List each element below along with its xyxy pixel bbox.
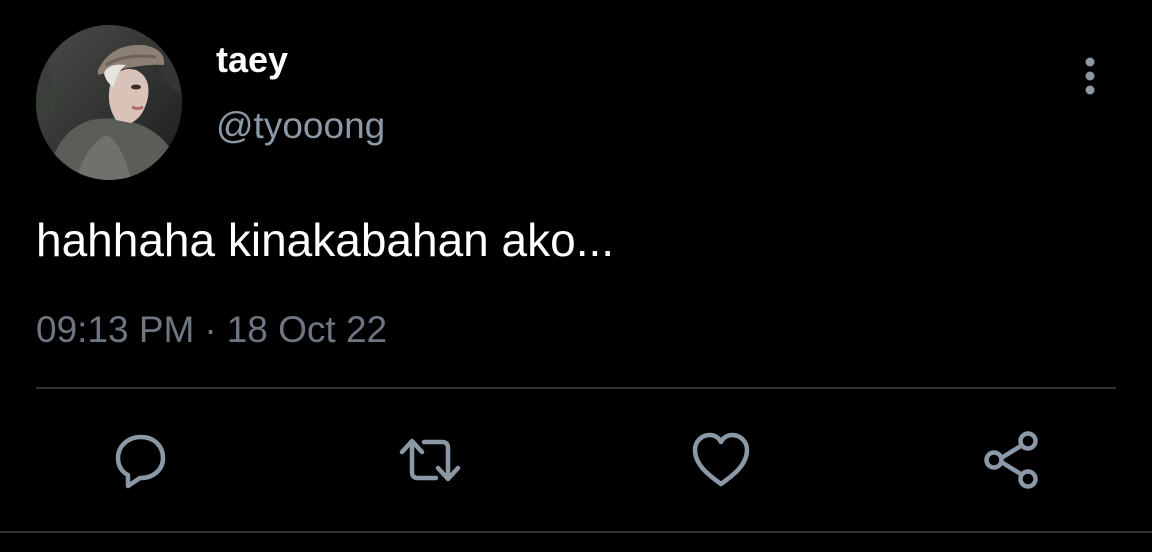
tweet-timestamp[interactable]: 09:13 PM · 18 Oct 22 xyxy=(36,308,387,352)
share-icon xyxy=(984,431,1038,489)
meta-separator: · xyxy=(204,309,217,350)
avatar[interactable] xyxy=(36,25,182,180)
avatar-photo xyxy=(36,25,182,180)
tweet-time: 09:13 PM xyxy=(36,309,195,350)
heart-icon xyxy=(692,432,750,487)
more-vertical-icon xyxy=(1085,57,1095,95)
tweet-text: hahhaha kinakabahan ako... xyxy=(36,214,615,266)
bottom-divider xyxy=(0,531,1152,533)
share-button[interactable] xyxy=(980,428,1044,492)
divider xyxy=(36,387,1116,389)
reply-button[interactable] xyxy=(108,428,172,492)
retweet-icon xyxy=(399,438,461,482)
tweet-card: taey @tyooong hahhaha kinakabahan ako...… xyxy=(0,0,1152,552)
user-handle[interactable]: @tyooong xyxy=(216,104,385,148)
tweet-date: 18 Oct 22 xyxy=(226,309,388,350)
reply-icon xyxy=(115,434,166,489)
like-button[interactable] xyxy=(689,428,753,492)
more-options-button[interactable] xyxy=(1070,54,1110,98)
retweet-button[interactable] xyxy=(398,428,462,492)
display-name[interactable]: taey xyxy=(216,38,288,82)
